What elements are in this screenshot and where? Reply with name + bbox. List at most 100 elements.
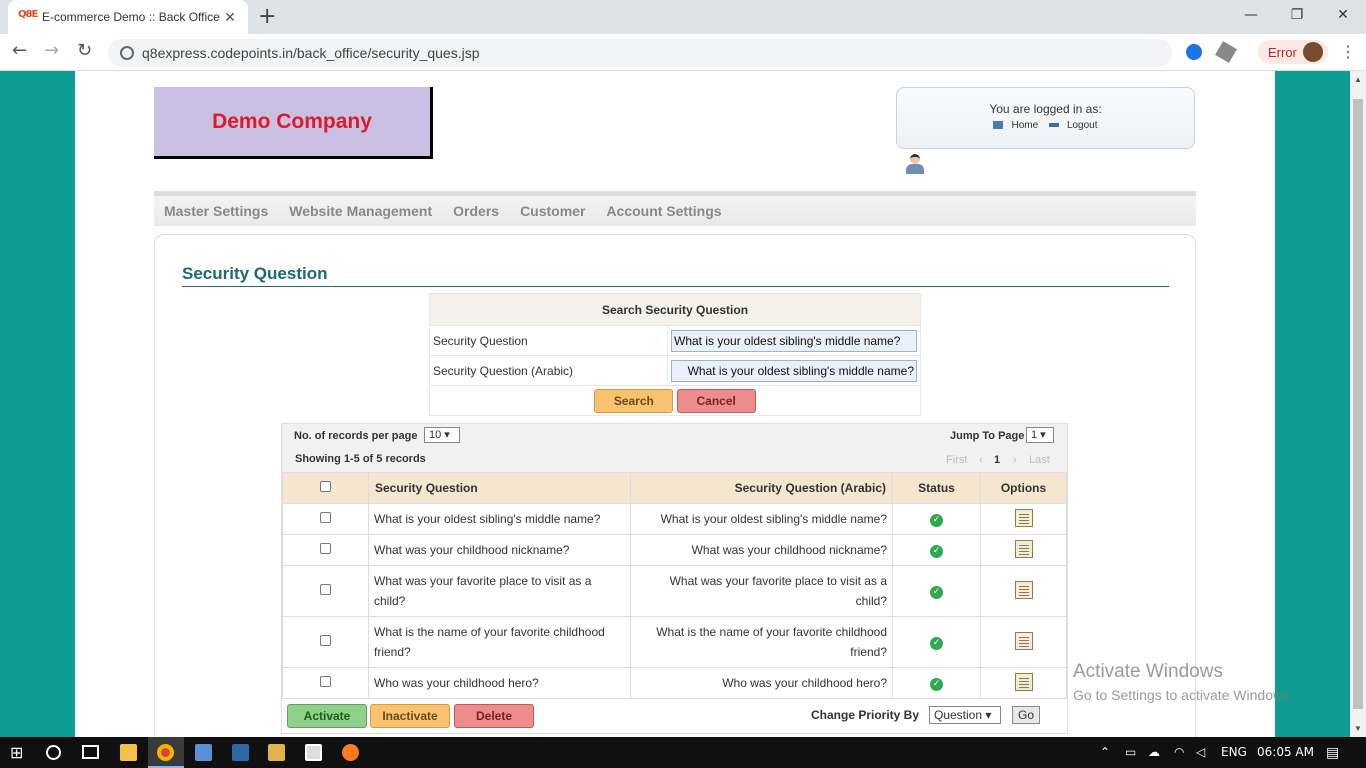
task-view-icon[interactable] (82, 745, 99, 759)
menu-master-settings[interactable]: Master Settings (164, 203, 268, 219)
search-form: Search Security Question Security Questi… (429, 293, 921, 416)
volume-icon[interactable]: ◁ (1196, 745, 1205, 759)
tray-chevron-icon[interactable]: ⌃ (1100, 745, 1110, 759)
back-icon[interactable]: ← (12, 40, 27, 61)
file-explorer-icon[interactable] (120, 744, 137, 761)
per-page-select[interactable]: 10 ▾ (424, 427, 460, 443)
row-arabic: What was your childhood nickname? (630, 534, 893, 566)
title-divider (182, 286, 1169, 287)
edit-icon[interactable] (1014, 539, 1033, 558)
row-checkbox[interactable] (320, 635, 331, 646)
profile-error-button[interactable]: Error (1258, 40, 1328, 64)
arabic-question-label: Security Question (Arabic) (429, 355, 668, 386)
jump-label: Jump To Page (950, 430, 1025, 442)
question-input[interactable] (671, 329, 917, 352)
scroll-thumb[interactable] (1353, 99, 1363, 709)
search-button[interactable]: Search (594, 388, 674, 413)
key-icon (1048, 123, 1059, 128)
forward-icon[interactable]: → (44, 40, 59, 61)
records-panel: No. of records per page 10 ▾ Showing 1-5… (281, 423, 1068, 734)
language-indicator[interactable]: ENG (1221, 745, 1247, 759)
minimize-icon[interactable]: — (1228, 0, 1274, 32)
status-active-icon[interactable]: ✓ (930, 545, 943, 558)
pager-last[interactable]: Last (1029, 454, 1050, 466)
new-tab-icon[interactable]: + (258, 4, 276, 29)
page-scrollbar[interactable]: ▲ ▼ (1350, 71, 1366, 737)
col-status: Status (892, 472, 981, 504)
windows-start-icon[interactable]: ⊞ (10, 743, 23, 762)
row-question: Who was your childhood hero? (368, 667, 631, 699)
app-icon[interactable] (268, 744, 285, 761)
close-tab-icon[interactable]: ✕ (222, 9, 238, 26)
chrome-icon[interactable] (157, 744, 174, 761)
pager-prev[interactable]: ‹ (979, 454, 983, 466)
restore-icon[interactable]: ❐ (1274, 0, 1320, 32)
go-button[interactable]: Go (1012, 706, 1040, 724)
notifications-icon[interactable]: ▤ (1326, 745, 1339, 761)
row-question: What was your childhood nickname? (368, 534, 631, 566)
page-container: Demo Company You are logged in as: Home … (75, 71, 1275, 737)
row-checkbox[interactable] (320, 543, 331, 554)
jump-select[interactable]: 1 ▾ (1026, 427, 1054, 443)
cloud-icon[interactable]: ☁ (1148, 745, 1160, 759)
logout-link[interactable]: Logout (1067, 120, 1098, 131)
records-table: Security Question Security Question (Ara… (282, 472, 1067, 699)
edit-icon[interactable] (1014, 672, 1033, 691)
clock[interactable]: 06:05 AM (1257, 745, 1314, 759)
pager-next[interactable]: › (1013, 454, 1017, 466)
menu-orders[interactable]: Orders (453, 203, 499, 219)
inactivate-button[interactable]: Inactivate (370, 704, 450, 728)
table-row: What is your oldest sibling's middle nam… (282, 503, 1067, 535)
table-row: Who was your childhood hero? Who was you… (282, 667, 1067, 699)
col-options: Options (980, 472, 1067, 504)
address-bar[interactable]: q8express.codepoints.in/back_office/secu… (108, 39, 1172, 67)
virtualbox-icon[interactable] (195, 744, 212, 761)
edit-icon[interactable] (1014, 508, 1033, 527)
pager-bar: No. of records per page 10 ▾ Showing 1-5… (282, 424, 1067, 473)
battery-icon[interactable]: ▭ (1125, 745, 1136, 759)
scroll-up-icon[interactable]: ▲ (1354, 75, 1362, 84)
pager-first[interactable]: First (946, 454, 967, 466)
per-page-label: No. of records per page (294, 430, 418, 442)
col-arabic[interactable]: Security Question (Arabic) (630, 472, 893, 504)
search-icon[interactable] (46, 745, 61, 760)
delete-button[interactable]: Delete (454, 704, 534, 728)
cancel-button[interactable]: Cancel (676, 388, 756, 413)
bulk-actions-bar: Activate Inactivate Delete Change Priori… (282, 698, 1067, 733)
col-question[interactable]: Security Question (368, 472, 631, 504)
sql-icon[interactable] (232, 744, 249, 761)
table-row: What was your childhood nickname? What w… (282, 534, 1067, 566)
status-active-icon[interactable]: ✓ (930, 637, 943, 650)
photos-icon[interactable] (305, 744, 322, 761)
home-link[interactable]: Home (1011, 120, 1038, 131)
priority-select[interactable]: Question ▾ (929, 706, 1001, 724)
status-active-icon[interactable]: ✓ (930, 586, 943, 599)
menu-account-settings[interactable]: Account Settings (606, 203, 721, 219)
extension-search-icon[interactable] (1186, 44, 1202, 60)
select-all-checkbox[interactable] (320, 481, 331, 492)
reload-icon[interactable]: ↻ (77, 40, 92, 61)
row-checkbox[interactable] (320, 512, 331, 523)
arabic-question-input[interactable] (671, 359, 917, 382)
browser-tab[interactable]: Q8E E-commerce Demo :: Back Office ✕ (8, 0, 248, 34)
content-panel: Security Question Search Security Questi… (154, 234, 1196, 737)
activate-button[interactable]: Activate (287, 704, 367, 728)
site-info-icon[interactable] (120, 46, 134, 60)
row-arabic: What was your favorite place to visit as… (630, 565, 893, 617)
pager-current[interactable]: 1 (994, 454, 1000, 466)
page-title: Security Question (182, 264, 328, 283)
wifi-icon[interactable]: ◠ (1174, 745, 1184, 759)
watermark-line1: Activate Windows (1073, 661, 1223, 682)
browser-menu-icon[interactable]: ⋮ (1340, 42, 1356, 61)
close-window-icon[interactable]: ✕ (1320, 0, 1366, 32)
firefox-icon[interactable] (342, 744, 359, 761)
menu-customer[interactable]: Customer (520, 203, 585, 219)
edit-icon[interactable] (1014, 631, 1033, 650)
edit-icon[interactable] (1014, 580, 1033, 599)
scroll-down-icon[interactable]: ▼ (1354, 724, 1362, 733)
status-active-icon[interactable]: ✓ (930, 514, 943, 527)
row-checkbox[interactable] (320, 584, 331, 595)
menu-website-management[interactable]: Website Management (289, 203, 432, 219)
row-checkbox[interactable] (320, 676, 331, 687)
status-active-icon[interactable]: ✓ (930, 678, 943, 691)
